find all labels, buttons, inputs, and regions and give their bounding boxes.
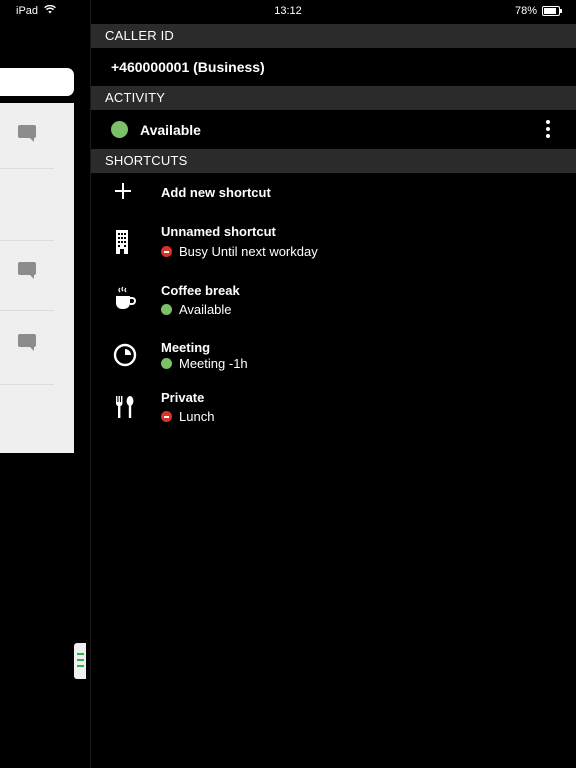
available-status-icon	[161, 304, 172, 315]
battery-percent: 78%	[514, 5, 537, 17]
shortcut-item[interactable]: Private Lunch	[91, 387, 576, 431]
clock-icon	[113, 343, 139, 369]
building-icon	[113, 229, 139, 255]
shortcut-status: Lunch	[161, 409, 214, 424]
list-divider	[0, 310, 54, 311]
shortcut-status: Meeting -1h	[161, 356, 248, 371]
shortcut-status: Busy Until next workday	[161, 244, 318, 259]
available-status-dot	[111, 121, 128, 138]
add-shortcut-button[interactable]: Add new shortcut	[91, 173, 576, 213]
caller-id-value[interactable]: +460000001 (Business)	[91, 48, 576, 86]
activity-row[interactable]: Available	[91, 110, 576, 149]
shortcut-status-text: Busy Until next workday	[179, 244, 318, 259]
shortcuts-list: Add new shortcut Unnamed shortcut Busy U…	[91, 173, 576, 573]
caller-id-header: CALLER ID	[91, 24, 576, 48]
status-panel: CALLER ID +460000001 (Business) ACTIVITY…	[91, 24, 576, 573]
shortcuts-header: SHORTCUTS	[91, 149, 576, 173]
busy-status-icon	[161, 246, 172, 257]
shortcut-title: Meeting	[161, 340, 211, 355]
activity-status: Available	[140, 121, 201, 138]
coffee-cup-icon	[113, 286, 139, 312]
status-bar: iPad 13:12 78%	[0, 0, 576, 24]
shortcut-item[interactable]: Unnamed shortcut Busy Until next workday	[91, 218, 576, 268]
battery-icon	[542, 6, 562, 16]
available-status-icon	[161, 358, 172, 369]
chat-icon[interactable]	[18, 125, 36, 142]
shortcut-item[interactable]: Meeting Meeting -1h	[91, 336, 576, 380]
shortcut-status: Available	[161, 302, 232, 317]
chat-icon[interactable]	[18, 334, 36, 351]
shortcut-title: Private	[161, 390, 205, 405]
shortcut-status-text: Lunch	[179, 409, 215, 424]
chat-icon[interactable]	[18, 262, 36, 279]
shortcut-status-text: Available	[179, 302, 232, 317]
add-shortcut-label: Add new shortcut	[161, 185, 271, 200]
clock: 13:12	[274, 5, 302, 17]
drawer-handle[interactable]	[74, 643, 86, 679]
left-search-field[interactable]	[0, 68, 74, 96]
busy-status-icon	[161, 411, 172, 422]
list-divider	[0, 168, 54, 169]
shortcut-item[interactable]: Coffee break Available	[91, 279, 576, 323]
shortcut-title: Unnamed shortcut	[161, 224, 276, 239]
shortcut-status-text: Meeting -1h	[179, 356, 248, 371]
list-divider	[0, 240, 54, 241]
shortcut-title: Coffee break	[161, 283, 240, 298]
list-divider	[0, 384, 54, 385]
more-options-icon[interactable]	[546, 120, 550, 138]
activity-header: ACTIVITY	[91, 86, 576, 110]
plus-icon	[113, 181, 139, 207]
left-list-panel	[0, 103, 74, 453]
fork-spoon-icon	[113, 395, 139, 421]
